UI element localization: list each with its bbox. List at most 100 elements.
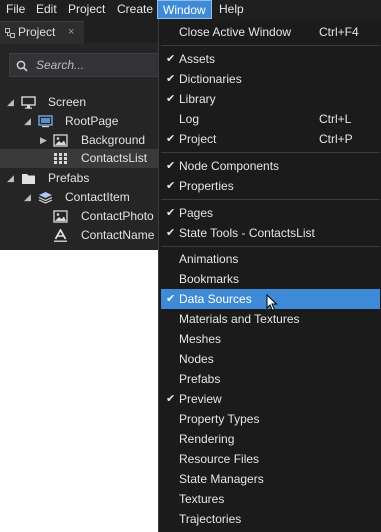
menu-item-label: Properties <box>179 179 234 193</box>
menu-project[interactable]: Project <box>68 0 105 19</box>
tree-item-rootpage[interactable]: ◢ RootPage <box>0 112 160 131</box>
checkmark-icon: ✔ <box>166 160 176 172</box>
menu-edit[interactable]: Edit <box>36 0 57 19</box>
grid-list-icon <box>54 153 67 164</box>
search-input[interactable]: Search... <box>9 53 160 77</box>
panel-tab-bar: Project × <box>0 19 160 44</box>
checkmark-icon: ✔ <box>166 93 176 105</box>
expand-arrow-icon[interactable]: ◢ <box>24 112 31 131</box>
layers-icon <box>38 192 53 204</box>
menu-item-label: Materials and Textures <box>179 312 300 326</box>
menu-item-bookmarks[interactable]: Bookmarks <box>161 269 380 289</box>
tree-item-label: RootPage <box>65 114 119 128</box>
menu-item-textures[interactable]: Textures <box>161 489 380 509</box>
menu-item-label: Log <box>179 112 200 126</box>
tab-label: Project <box>18 25 56 39</box>
tree-item-label: ContactName <box>81 228 155 242</box>
tree-item-background[interactable]: ▶ Background <box>0 131 160 150</box>
menu-item-animations[interactable]: Animations <box>161 249 380 269</box>
checkmark-icon: ✔ <box>166 73 176 85</box>
menu-item-pages[interactable]: ✔ Pages <box>161 203 380 223</box>
menu-separator <box>161 152 380 153</box>
menu-window[interactable]: Window <box>157 0 212 19</box>
menu-item-project[interactable]: ✔ Project Ctrl+P <box>161 129 380 149</box>
menu-help[interactable]: Help <box>219 0 244 19</box>
project-panel: Project × Search... ◢ Screen ◢ RootPage … <box>0 19 160 250</box>
expand-arrow-icon[interactable]: ◢ <box>7 169 14 188</box>
tab-project[interactable]: Project × <box>0 21 84 44</box>
menu-item-label: Close Active Window <box>179 25 292 39</box>
checkmark-icon: ✔ <box>166 393 176 405</box>
menu-item-label: Property Types <box>179 412 260 426</box>
page-icon <box>38 115 53 128</box>
menu-item-trajectories[interactable]: Trajectories <box>161 509 380 529</box>
menu-item-rendering[interactable]: Rendering <box>161 429 380 449</box>
tree-item-label: ContactsList <box>81 151 148 165</box>
menu-create[interactable]: Create <box>117 0 153 19</box>
close-icon[interactable]: × <box>68 22 74 42</box>
menu-item-dictionaries[interactable]: ✔ Dictionaries <box>161 69 380 89</box>
menu-separator <box>161 45 380 46</box>
tree-item-label: Prefabs <box>48 171 90 185</box>
menu-item-meshes[interactable]: Meshes <box>161 329 380 349</box>
tree-item-label: Background <box>81 133 146 147</box>
menu-item-label: State Tools - ContactsList <box>179 226 315 240</box>
menu-file[interactable]: File <box>6 0 25 19</box>
menu-item-label: Rendering <box>179 432 235 446</box>
menu-separator <box>161 199 380 200</box>
menu-item-label: Library <box>179 92 216 106</box>
expand-arrow-icon[interactable]: ◢ <box>24 188 31 207</box>
menu-item-nodes[interactable]: Nodes <box>161 349 380 369</box>
tree-item-label: ContactItem <box>65 190 130 204</box>
search-placeholder: Search... <box>36 58 85 72</box>
monitor-icon <box>21 96 36 109</box>
menu-item-label: Assets <box>179 52 216 66</box>
mouse-cursor-icon <box>266 294 278 312</box>
tree-item-label: ContactPhoto <box>81 209 154 223</box>
checkmark-icon: ✔ <box>166 180 176 192</box>
search-icon <box>16 60 28 72</box>
menu-item-label: Project <box>179 132 217 146</box>
menu-item-resource-files[interactable]: Resource Files <box>161 449 380 469</box>
menu-item-shortcut: Ctrl+F4 <box>319 25 359 39</box>
menu-item-assets[interactable]: ✔ Assets <box>161 49 380 69</box>
menu-item-log[interactable]: Log Ctrl+L <box>161 109 380 129</box>
tree-item-label: Screen <box>48 95 87 109</box>
tree-item-contactitem[interactable]: ◢ ContactItem <box>0 188 160 207</box>
tree-item-contactphoto[interactable]: ContactPhoto <box>0 207 160 226</box>
checkmark-icon: ✔ <box>166 293 176 305</box>
tree-item-screen[interactable]: ◢ Screen <box>0 93 160 112</box>
tree-item-contactname[interactable]: ContactName <box>0 226 160 245</box>
menu-item-properties[interactable]: ✔ Properties <box>161 176 380 196</box>
menu-item-label: Data Sources <box>179 292 252 306</box>
menu-item-label: Textures <box>179 492 225 506</box>
checkmark-icon: ✔ <box>166 227 176 239</box>
menu-item-node-components[interactable]: ✔ Node Components <box>161 156 380 176</box>
menu-item-shortcut: Ctrl+L <box>319 112 352 126</box>
menu-item-label: Resource Files <box>179 452 260 466</box>
expand-arrow-icon[interactable]: ◢ <box>7 93 14 112</box>
collapsed-arrow-icon[interactable]: ▶ <box>40 131 47 150</box>
menu-item-shortcut: Ctrl+P <box>319 132 353 146</box>
menu-item-label: Bookmarks <box>179 272 240 286</box>
folder-icon <box>22 174 35 184</box>
image-icon <box>53 134 68 147</box>
menu-item-label: Pages <box>179 206 214 220</box>
menu-item-library[interactable]: ✔ Library <box>161 89 380 109</box>
menu-item-property-types[interactable]: Property Types <box>161 409 380 429</box>
menu-item-preview[interactable]: ✔ Preview <box>161 389 380 409</box>
menu-item-state-tools[interactable]: ✔ State Tools - ContactsList <box>161 223 380 243</box>
tree-item-contactslist[interactable]: ContactsList <box>0 149 160 168</box>
menu-bar: File Edit Project Create Window Help <box>0 0 381 19</box>
menu-item-label: State Managers <box>179 472 264 486</box>
menu-item-materials-and-textures[interactable]: Materials and Textures <box>161 309 380 329</box>
menu-item-label: Prefabs <box>179 372 221 386</box>
tree-item-prefabs[interactable]: ◢ Prefabs <box>0 169 160 188</box>
menu-item-state-managers[interactable]: State Managers <box>161 469 380 489</box>
menu-item-label: Meshes <box>179 332 222 346</box>
window-menu-dropdown: Close Active Window Ctrl+F4 ✔ Assets ✔ D… <box>158 19 381 532</box>
menu-item-label: Dictionaries <box>179 72 242 86</box>
menu-item-prefabs[interactable]: Prefabs <box>161 369 380 389</box>
menu-item-close-active-window[interactable]: Close Active Window Ctrl+F4 <box>161 22 380 42</box>
checkmark-icon: ✔ <box>166 133 176 145</box>
